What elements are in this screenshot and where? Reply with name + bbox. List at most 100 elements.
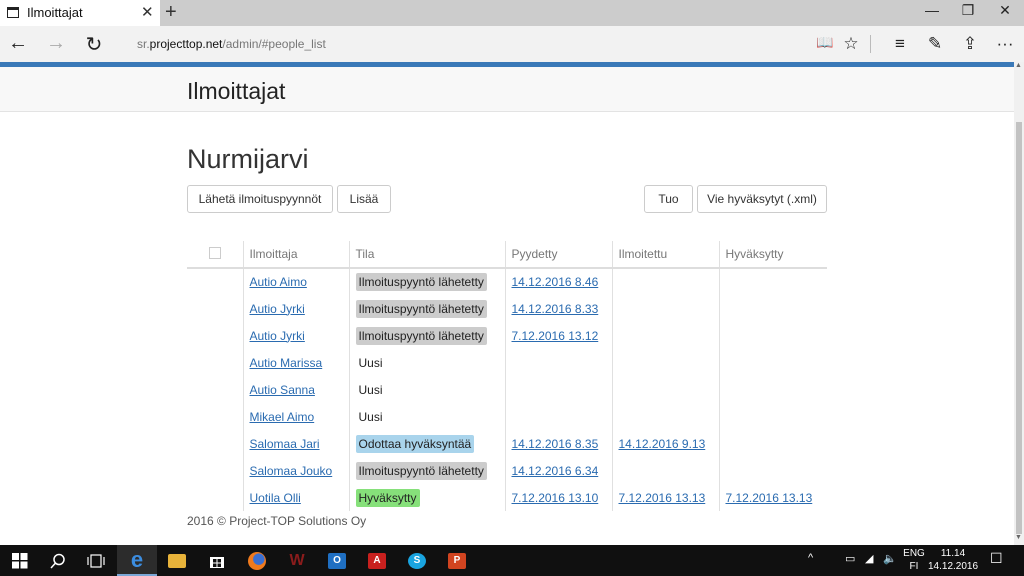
reported-date-link[interactable]: 7.12.2016 13.13 [619,491,706,505]
firefox-icon[interactable] [237,545,277,576]
new-tab-icon[interactable]: + [165,1,177,24]
browser-tab[interactable]: Ilmoittajat ✕ [0,0,160,26]
approved-cell [718,430,827,457]
minimize-icon[interactable]: — [917,2,947,18]
name-cell: Uotila Olli [242,484,349,511]
volume-icon[interactable]: 🔈 [883,552,897,565]
person-link[interactable]: Autio Aimo [250,275,307,289]
outlook-icon[interactable]: O [317,545,357,576]
select-all-checkbox[interactable] [209,246,221,259]
tab-close-icon[interactable]: ✕ [141,3,154,21]
edge-icon[interactable]: e [117,545,157,576]
column-header[interactable]: Hyväksytty [718,241,827,269]
import-button[interactable]: Tuo [644,185,693,213]
table-row: Autio Jyrki Ilmoituspyyntö lähetetty 7.12.… [187,322,827,349]
notifications-icon[interactable]: ☐ [990,550,1003,567]
approved-cell: 7.12.2016 13.13 [718,484,827,511]
back-icon[interactable]: ← [6,32,30,55]
reading-view-icon[interactable]: 📖 [813,34,837,51]
status-cell: Ilmoituspyyntö lähetetty [348,268,505,295]
refresh-icon[interactable]: ↻ [82,32,106,57]
name-cell: Mikael Aimo [242,403,349,430]
status-badge: Uusi [358,409,383,424]
footer-copyright: 2016 © Project-TOP Solutions Oy [187,514,367,528]
browser-tab-bar: Ilmoittajat ✕ + — ❐ ✕ [0,0,1024,26]
person-link[interactable]: Autio Jyrki [250,302,305,316]
page-content: Ilmoittajat Nurmijarvi Lähetä ilmoituspy… [0,62,1014,545]
skype-icon[interactable]: S [397,545,437,576]
web-note-icon[interactable]: ✎ [923,34,947,54]
column-header[interactable]: Ilmoitettu [611,241,719,269]
send-requests-button[interactable]: Lähetä ilmoituspyynnöt [187,185,333,213]
scroll-up-icon[interactable]: ▲ [1015,62,1022,69]
scrollbar-thumb[interactable] [1016,122,1022,534]
table-row: Autio Sanna Uusi [187,376,827,403]
task-view-icon[interactable] [76,545,116,576]
status-badge: Odottaa hyväksyntää [355,434,475,453]
person-link[interactable]: Salomaa Jari [250,437,320,451]
table-row: Autio Marissa Uusi [187,349,827,376]
favorite-star-icon[interactable]: ☆ [839,34,863,54]
person-link[interactable]: Salomaa Jouko [250,464,333,478]
requested-cell [504,349,612,376]
page-scrollbar[interactable]: ▲ ▼ [1014,62,1024,545]
forward-icon[interactable]: → [44,32,68,55]
reported-cell [611,403,719,430]
table-row: Autio Aimo Ilmoituspyyntö lähetetty 14.12.… [187,268,827,295]
name-cell: Autio Jyrki [242,295,349,322]
export-button[interactable]: Vie hyväksytyt (.xml) [697,185,827,213]
scroll-down-icon[interactable]: ▼ [1015,534,1022,541]
person-link[interactable]: Autio Marissa [250,356,323,370]
requested-date-link[interactable]: 7.12.2016 13.10 [512,491,599,505]
table-row: Autio Jyrki Ilmoituspyyntö lähetetty 14.12… [187,295,827,322]
reported-cell [611,376,719,403]
word-icon[interactable]: W [277,545,317,576]
file-explorer-icon[interactable] [157,545,197,576]
person-link[interactable]: Mikael Aimo [250,410,315,424]
reported-cell: 14.12.2016 9.13 [611,430,719,457]
column-header[interactable]: Pyydetty [504,241,612,269]
reported-date-link[interactable]: 14.12.2016 9.13 [619,437,706,451]
share-icon[interactable]: ⇪ [958,34,982,54]
name-cell: Autio Aimo [242,268,349,295]
taskbar-clock[interactable]: 11.14 14.12.2016 [928,547,978,573]
requested-date-link[interactable]: 14.12.2016 6.34 [512,464,599,478]
search-icon[interactable] [38,545,78,576]
reported-cell [611,349,719,376]
person-link[interactable]: Uotila Olli [250,491,301,505]
address-field[interactable]: sr.projecttop.net/admin/#people_list [137,37,326,51]
start-icon[interactable] [0,545,40,576]
more-icon[interactable]: ··· [993,34,1017,54]
language-code: ENG [903,548,925,559]
status-badge: Uusi [358,355,383,370]
store-icon[interactable] [197,545,237,576]
approved-date-link[interactable]: 7.12.2016 13.13 [726,491,813,505]
network-icon[interactable]: ◢ [865,552,873,565]
status-badge: Ilmoituspyyntö lähetetty [355,326,487,345]
requested-date-link[interactable]: 14.12.2016 8.46 [512,275,599,289]
name-cell: Autio Sanna [242,376,349,403]
person-link[interactable]: Autio Sanna [250,383,315,397]
add-button[interactable]: Lisää [337,185,391,213]
hub-icon[interactable]: ≡ [888,34,912,54]
requested-cell: 7.12.2016 13.12 [504,322,612,349]
column-header[interactable]: Ilmoittaja [242,241,349,269]
status-badge: Ilmoituspyyntö lähetetty [355,273,487,291]
window-close-icon[interactable]: ✕ [990,2,1020,19]
show-hidden-icons-icon[interactable]: ^ [808,552,813,564]
status-badge: Ilmoituspyyntö lähetetty [355,461,487,480]
powerpoint-icon[interactable]: P [437,545,477,576]
person-link[interactable]: Autio Jyrki [250,329,305,343]
requested-date-link[interactable]: 14.12.2016 8.35 [512,437,599,451]
column-header[interactable]: Tila [348,241,505,269]
requested-date-link[interactable]: 14.12.2016 8.33 [512,302,599,316]
restore-icon[interactable]: ❐ [953,2,983,19]
status-cell: Uusi [348,376,505,403]
requested-date-link[interactable]: 7.12.2016 13.12 [512,329,599,343]
language-indicator[interactable]: ENG FI [900,547,928,573]
requested-cell: 14.12.2016 6.34 [504,457,612,484]
approved-cell [718,349,827,376]
acrobat-icon[interactable]: A [357,545,397,576]
row-select-cell [187,295,243,322]
battery-icon[interactable]: ▭ [845,552,855,565]
